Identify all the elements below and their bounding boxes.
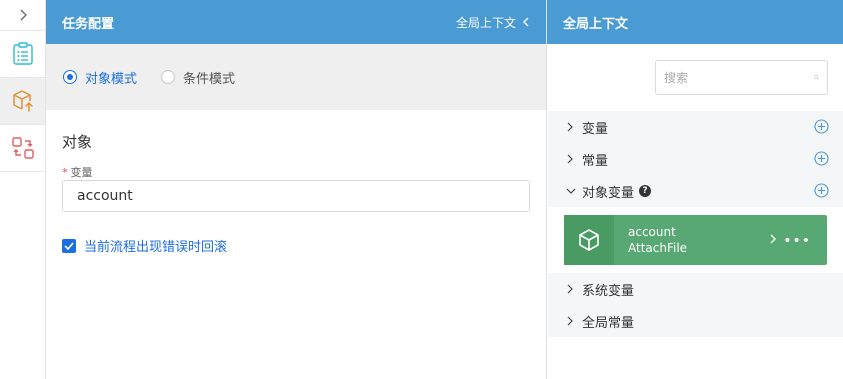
radio-object-mode[interactable]: 对象模式 xyxy=(63,68,137,87)
global-context-panel: 全局上下文 变量 常量 xyxy=(546,0,843,379)
chevron-right-icon xyxy=(20,9,27,21)
global-context-link-label: 全局上下文 xyxy=(455,15,516,30)
search-box xyxy=(655,60,828,95)
chevron-down-icon xyxy=(566,188,576,194)
required-mark: * xyxy=(62,166,68,179)
tree-item-label: 常量 xyxy=(582,153,609,169)
tree-item-system-variables[interactable]: 系统变量 xyxy=(548,273,843,305)
rail-button-tasks[interactable] xyxy=(0,31,45,78)
chevron-right-icon xyxy=(567,122,573,132)
add-circle-icon[interactable] xyxy=(814,183,829,198)
section-title: 对象 xyxy=(62,133,93,151)
search-icon[interactable] xyxy=(814,71,819,84)
tree-item-constants[interactable]: 常量 xyxy=(548,143,843,175)
search-input[interactable] xyxy=(664,70,814,85)
box-upload-icon xyxy=(12,90,33,112)
chevron-right-icon[interactable] xyxy=(769,232,777,246)
object-icon-box xyxy=(564,215,614,265)
chevron-left-icon xyxy=(523,17,529,27)
rollback-checkbox[interactable]: 当前流程出现错误时回滚 xyxy=(62,236,227,255)
add-circle-icon[interactable] xyxy=(814,119,829,134)
more-options-icon[interactable]: ••• xyxy=(783,233,811,249)
radio-dot xyxy=(63,70,77,84)
collapse-button[interactable] xyxy=(0,0,45,31)
left-rail xyxy=(0,0,46,379)
rail-button-object[interactable] xyxy=(0,78,45,125)
chevron-right-icon xyxy=(567,154,573,164)
variable-field-label: * 变量 xyxy=(62,164,93,180)
context-tree: 变量 常量 对象变量 ? account AttachFile ••• 系统变量… xyxy=(548,111,843,337)
tree-item-label: 系统变量 xyxy=(582,283,635,299)
tree-item-global-constants[interactable]: 全局常量 xyxy=(548,305,843,337)
add-circle-icon[interactable] xyxy=(814,151,829,166)
rollback-checkbox-label: 当前流程出现错误时回滚 xyxy=(84,240,228,255)
clipboard-list-icon xyxy=(12,42,33,65)
task-config-header: 任务配置 全局上下文 xyxy=(46,0,546,44)
tree-item-label: 全局常量 xyxy=(582,315,635,331)
tree-item-label: 对象变量 xyxy=(582,185,635,201)
tree-item-variables[interactable]: 变量 xyxy=(548,111,843,143)
mode-selector: 对象模式 条件模式 xyxy=(46,44,546,110)
object-variable-list: account AttachFile ••• xyxy=(548,207,843,273)
radio-label: 对象模式 xyxy=(85,71,138,87)
panel-title: 全局上下文 xyxy=(563,16,629,32)
panel-title: 任务配置 xyxy=(62,16,115,32)
tree-item-object-variables[interactable]: 对象变量 ? xyxy=(548,175,843,207)
object-variable-card[interactable]: account AttachFile ••• xyxy=(564,215,827,265)
variable-label-text: 变量 xyxy=(70,166,93,179)
global-context-toggle[interactable]: 全局上下文 xyxy=(456,14,530,31)
variable-input[interactable] xyxy=(62,180,530,212)
rail-button-transform[interactable] xyxy=(0,125,45,172)
radio-label: 条件模式 xyxy=(183,71,236,87)
task-config-panel: 任务配置 全局上下文 对象模式 条件模式 对象 * 变量 account 当前流… xyxy=(46,0,546,379)
object-variable-name: account xyxy=(628,225,676,239)
chevron-right-icon xyxy=(567,316,573,326)
chevron-right-icon xyxy=(567,284,573,294)
tree-item-label: 变量 xyxy=(582,121,609,137)
object-variable-type: AttachFile xyxy=(628,241,688,255)
radio-dot xyxy=(161,70,176,84)
global-context-header: 全局上下文 xyxy=(547,0,843,44)
cube-icon xyxy=(579,229,599,251)
help-icon[interactable]: ? xyxy=(639,185,652,197)
checkbox-checked-icon[interactable] xyxy=(62,238,76,253)
radio-condition-mode[interactable]: 条件模式 xyxy=(161,68,235,87)
swap-icon xyxy=(11,137,34,159)
